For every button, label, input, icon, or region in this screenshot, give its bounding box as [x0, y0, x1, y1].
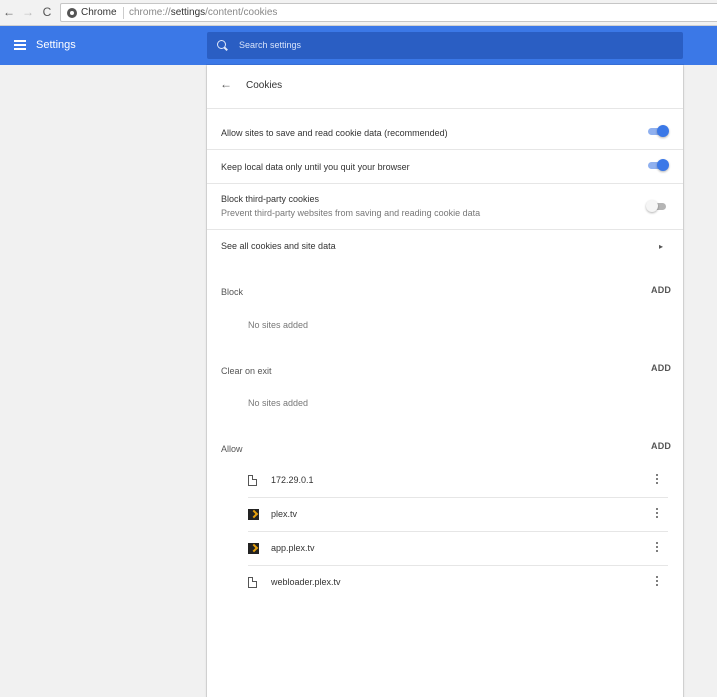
chevron-right-icon: ▸	[659, 242, 664, 251]
keep-local-label: Keep local data only until you quit your…	[221, 162, 410, 172]
site-name: 172.29.0.1	[271, 475, 314, 485]
reload-icon[interactable]: C	[40, 5, 54, 19]
site-list-item[interactable]: app.plex.tv	[248, 532, 668, 566]
page-title: Settings	[36, 39, 76, 51]
divider	[207, 149, 683, 150]
divider	[207, 108, 683, 109]
allow-add-button[interactable]: ADD	[651, 441, 671, 451]
clear-on-exit-section-label: Clear on exit	[221, 366, 272, 376]
block-third-party-description: Prevent third-party websites from saving…	[221, 208, 481, 218]
back-arrow-icon[interactable]: ←	[220, 77, 232, 91]
block-add-button[interactable]: ADD	[651, 285, 671, 295]
block-empty-text: No sites added	[248, 320, 309, 330]
search-icon	[217, 40, 226, 49]
block-third-party-label: Block third-party cookies	[221, 194, 320, 204]
search-placeholder: Search settings	[239, 40, 302, 50]
file-icon	[248, 475, 257, 486]
browser-toolbar: ← → C Chrome chrome://settings/content/c…	[0, 0, 717, 26]
site-list-item[interactable]: 172.29.0.1	[248, 464, 668, 498]
cookies-card: ← Cookies Allow sites to save and read c…	[207, 65, 683, 697]
more-options-icon[interactable]	[652, 508, 662, 520]
plex-icon	[248, 543, 259, 554]
site-list-item[interactable]: plex.tv	[248, 498, 668, 532]
divider	[207, 229, 683, 230]
site-chip: Chrome	[81, 7, 117, 18]
clear-on-exit-add-button[interactable]: ADD	[651, 363, 671, 373]
see-all-cookies-label: See all cookies and site data	[221, 241, 336, 251]
block-third-party-toggle[interactable]	[646, 200, 668, 214]
keep-local-row[interactable]: Keep local data only until you quit your…	[207, 157, 683, 183]
file-icon	[248, 577, 257, 588]
allow-cookies-row[interactable]: Allow sites to save and read cookie data…	[207, 123, 683, 149]
back-icon[interactable]: ←	[2, 5, 16, 19]
url-text: chrome://settings/content/cookies	[129, 7, 278, 18]
block-section-label: Block	[221, 287, 244, 297]
menu-icon[interactable]	[14, 40, 26, 50]
see-all-cookies-row[interactable]: See all cookies and site data ▸	[207, 237, 683, 261]
block-third-party-row[interactable]: Block third-party cookies Prevent third-…	[207, 191, 683, 225]
keep-local-toggle[interactable]	[648, 159, 669, 173]
site-name: app.plex.tv	[271, 543, 315, 553]
more-options-icon[interactable]	[652, 576, 662, 588]
allow-cookies-label: Allow sites to save and read cookie data…	[221, 128, 448, 138]
divider	[207, 183, 683, 184]
site-name: plex.tv	[271, 509, 298, 519]
clear-on-exit-empty-text: No sites added	[248, 398, 309, 408]
search-input[interactable]: Search settings	[207, 32, 683, 59]
plex-icon	[248, 509, 259, 520]
allow-cookies-toggle[interactable]	[648, 125, 669, 139]
section-title: Cookies	[246, 80, 283, 91]
chrome-logo-icon	[67, 8, 77, 18]
allow-section-label: Allow	[221, 444, 243, 454]
site-name: webloader.plex.tv	[271, 577, 341, 587]
settings-header: Settings Search settings	[0, 26, 717, 65]
more-options-icon[interactable]	[652, 542, 662, 554]
address-bar[interactable]: Chrome chrome://settings/content/cookies	[60, 3, 717, 22]
site-list-item[interactable]: webloader.plex.tv	[248, 566, 668, 600]
forward-icon[interactable]: →	[21, 5, 35, 19]
url-divider	[123, 7, 124, 19]
more-options-icon[interactable]	[652, 474, 662, 486]
